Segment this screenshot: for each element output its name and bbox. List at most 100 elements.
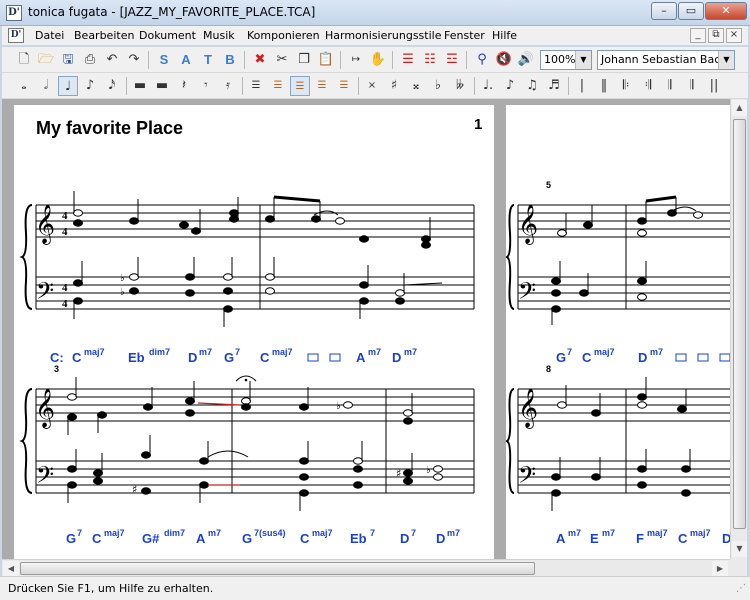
save-icon[interactable]: 🖫 [58,50,78,70]
menu-hilfe[interactable]: Hilfe [492,29,517,42]
barline-icon[interactable]: | [572,76,592,96]
scroll-right-icon[interactable]: ▶ [712,561,728,576]
natural-x-icon[interactable]: × [362,76,382,96]
score-page-2[interactable]: 5 𝄞 𝄢 G 7 C maj7 D m7 8 𝄞 𝄢 A m7 E m7 F … [506,105,730,559]
fit-icon[interactable]: ↦ [346,50,366,70]
minimize-button[interactable]: – [651,2,677,20]
chord-symbol: C [582,350,592,365]
whole-note-icon[interactable]: 𝅝 [14,76,34,96]
tie-2-icon[interactable]: ♫ [522,76,542,96]
tie-3-icon[interactable]: ♬ [544,76,564,96]
menu-bar: D' Datei Bearbeiten Dokument Musik Kompo… [2,26,748,46]
measure-number: 8 [546,364,551,374]
zoom-value: 100% [544,53,576,66]
chord-quality: maj7 [84,347,105,357]
mdi-minimize-button[interactable]: _ [690,28,706,43]
document-icon[interactable]: D' [8,28,24,43]
beam-3-icon[interactable]: ☰ [290,76,310,96]
zoom-select[interactable]: 100% ▼ [540,50,592,70]
scroll-down-icon[interactable]: ▼ [732,541,747,557]
copy-icon[interactable]: ❐ [294,50,314,70]
beam-4-icon[interactable]: ☰ [312,76,332,96]
menu-musik[interactable]: Musik [203,29,235,42]
svg-text:♭: ♭ [336,401,341,412]
hand-icon[interactable]: ✋ [368,50,388,70]
repeat-end-icon[interactable]: 𝄇 [638,76,658,96]
score-workspace[interactable]: My favorite Place 1 𝄞 𝄢 4 4 4 4 ♭ ♭ C: C… [2,99,730,559]
chord-symbol: A [356,350,366,365]
play-icon[interactable]: 🔊 [516,50,536,70]
staff-alt-icon[interactable]: ☷ [420,50,440,70]
bar-end-icon[interactable]: || [704,76,724,96]
menu-komponieren[interactable]: Komponieren [247,29,320,42]
open-icon[interactable]: 🗁 [36,50,56,70]
beam-icon[interactable]: ☰ [246,76,266,96]
double-flat-icon[interactable]: 𝄫 [450,76,470,96]
horizontal-scroll-thumb[interactable] [20,562,535,575]
mute-icon[interactable]: 🔇 [494,50,514,70]
score-page-2-notation[interactable]: 5 𝄞 𝄢 G 7 C maj7 D m7 8 𝄞 𝄢 A m7 E m7 F … [506,105,730,559]
sixteenth-note-icon[interactable]: 𝅘𝅥𝅯 [102,76,122,96]
whole-rest-icon[interactable]: ▬ [130,76,150,96]
style-s-icon[interactable]: S [154,50,174,70]
flat-icon[interactable]: ♭ [428,76,448,96]
style-select[interactable]: Johann Sebastian Bach II ▼ [597,50,735,70]
chord-quality: m7 [447,528,460,538]
beam-2-icon[interactable]: ☰ [268,76,288,96]
dot-icon[interactable]: ♩. [478,76,498,96]
redo-icon[interactable]: ↷ [124,50,144,70]
end-barline-icon[interactable]: 𝄂 [682,76,702,96]
print-icon[interactable]: ⎙ [80,50,100,70]
vertical-scroll-thumb[interactable] [733,119,746,529]
menu-harmonisierungsstile[interactable]: Harmonisierungsstile [325,29,441,42]
tie-icon[interactable]: ♪ [500,76,520,96]
style-b-icon[interactable]: B [220,50,240,70]
paste-icon[interactable]: 📋 [316,50,336,70]
style-t-icon[interactable]: T [198,50,218,70]
resize-grip-icon[interactable]: ⋰ [736,583,746,594]
tuning-fork-icon[interactable]: ⚲ [472,50,492,70]
quarter-note-icon[interactable]: ♩ [58,76,78,96]
score-page-1[interactable]: My favorite Place 1 𝄞 𝄢 4 4 4 4 ♭ ♭ C: C… [14,105,494,559]
sixteenth-rest-icon[interactable]: 𝄿 [218,76,238,96]
sharp-icon[interactable]: ♯ [384,76,404,96]
horizontal-scrollbar[interactable]: ◀ ▶ [2,559,730,576]
vertical-scrollbar[interactable]: ▲ ▼ [730,99,747,559]
menu-datei[interactable]: Datei [35,29,64,42]
chord-quality: maj7 [647,528,668,538]
menu-fenster[interactable]: Fenster [444,29,485,42]
double-sharp-icon[interactable]: 𝄪 [406,76,426,96]
chord-symbol: Eb [128,350,145,365]
new-icon[interactable]: 🗋 [14,50,34,70]
mdi-restore-button[interactable]: ⧉ [708,28,724,43]
chord-quality: m7 [404,347,417,357]
cut-icon[interactable]: ✂ [272,50,292,70]
menu-dokument[interactable]: Dokument [139,29,196,42]
staff-mark-icon[interactable]: ☲ [442,50,462,70]
svg-text:♯: ♯ [132,483,137,496]
chord-quality: dim7 [164,528,185,538]
chord-quality: m7 [602,528,615,538]
staff-icon[interactable]: ☰ [398,50,418,70]
scroll-up-icon[interactable]: ▲ [732,100,747,116]
mdi-close-button[interactable]: × [726,28,742,43]
chord-symbol: D [436,531,445,546]
scroll-left-icon[interactable]: ◀ [3,561,19,576]
menu-bearbeiten[interactable]: Bearbeiten [74,29,134,42]
eighth-rest-icon[interactable]: 𝄾 [196,76,216,96]
maximize-button[interactable]: ▭ [678,2,704,20]
half-note-icon[interactable]: 𝅗𝅥 [36,76,56,96]
quarter-rest-icon[interactable]: 𝄽 [174,76,194,96]
chord-symbols-line-2: G 7 C maj7 G# dim7 A m7 G 7(sus4) C maj7… [66,528,460,546]
score-page-1-notation[interactable]: 𝄞 𝄢 4 4 4 4 ♭ ♭ C: C maj7 Eb dim7 D m7 G… [14,105,494,559]
final-barline-icon[interactable]: 𝄂 [660,76,680,96]
delete-icon[interactable]: ✖ [250,50,270,70]
style-a-icon[interactable]: A [176,50,196,70]
double-barline-icon[interactable]: ‖ [594,76,614,96]
undo-icon[interactable]: ↶ [102,50,122,70]
repeat-start-icon[interactable]: 𝄆 [616,76,636,96]
close-button[interactable]: ✕ [705,2,747,20]
half-rest-icon[interactable]: ▬ [152,76,172,96]
eighth-note-icon[interactable]: ♪ [80,76,100,96]
beam-5-icon[interactable]: ☰ [334,76,354,96]
